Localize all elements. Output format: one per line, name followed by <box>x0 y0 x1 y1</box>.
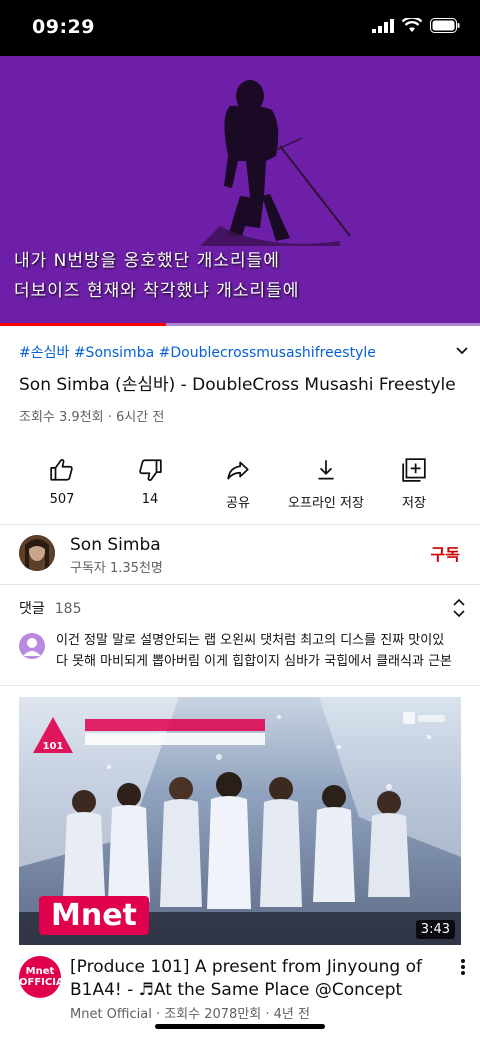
next-video-title[interactable]: [Produce 101] A present from Jinyoung of… <box>70 956 442 1002</box>
user-icon <box>23 638 41 656</box>
commenter-avatar <box>19 633 45 659</box>
progress-fill <box>0 323 166 326</box>
channel-avatar-image <box>19 535 55 571</box>
mnet-watermark-logo <box>403 712 445 724</box>
thumbs-down-icon <box>139 459 162 481</box>
more-options-icon[interactable] <box>460 958 466 976</box>
share-button[interactable]: 공유 <box>193 456 283 511</box>
channel-name[interactable]: Son Simba <box>70 535 161 555</box>
svg-text:101: 101 <box>43 741 64 752</box>
subscriber-count: 구독자 1.35천명 <box>70 561 163 576</box>
thumbnail-caption-banner <box>85 719 265 753</box>
wifi-icon <box>402 18 422 32</box>
like-count: 507 <box>49 492 75 507</box>
mnet-logo: Mnet <box>39 896 149 935</box>
comments-count: 185 <box>54 601 82 617</box>
download-icon <box>318 460 334 480</box>
produce-101-logo: 101 <box>33 717 73 753</box>
video-subtitle-line1: 내가 N번방을 옹호했단 개소리들에 <box>14 251 280 271</box>
battery-icon <box>430 18 460 33</box>
video-title[interactable]: Son Simba (손심바) - DoubleCross Musashi Fr… <box>19 372 459 398</box>
divider <box>0 584 480 585</box>
divider <box>0 685 480 686</box>
channel-row: Son Simba 구독자 1.35천명 구독 <box>0 527 480 583</box>
hashtags[interactable]: #손심바 #Sonsimba #Doublecrossmusashifreest… <box>19 342 459 362</box>
view-count: 조회수 3.9천회 · 6시간 전 <box>19 410 165 425</box>
share-label: 공유 <box>226 496 250 511</box>
like-button[interactable]: 507 <box>17 456 107 507</box>
next-video-meta: Mnet Official · 조회수 2078만회 · 4년 전 <box>70 1007 310 1022</box>
home-indicator[interactable] <box>155 1024 325 1029</box>
share-icon <box>227 461 249 480</box>
video-meta: #손심바 #Sonsimba #Doublecrossmusashifreest… <box>19 342 459 425</box>
video-duration: 3:43 <box>415 920 455 939</box>
dislike-button[interactable]: 14 <box>105 456 195 507</box>
progress-bar[interactable] <box>0 323 480 326</box>
expand-collapse-icon[interactable] <box>452 598 466 618</box>
offline-save-button[interactable]: 오프라인 저장 <box>281 456 371 511</box>
chevron-down-icon[interactable] <box>454 342 470 358</box>
action-row: 507 14 공유 오프라인 저장 저장 <box>0 456 480 516</box>
status-icons <box>372 18 460 33</box>
video-player[interactable]: 내가 N번방을 옹호했단 개소리들에 더보이즈 현재와 착각했냐 개소리들에 <box>0 56 480 326</box>
status-time: 09:29 <box>32 16 95 38</box>
offline-save-label: 오프라인 저장 <box>288 496 364 511</box>
dislike-count: 14 <box>141 492 159 507</box>
subscribe-button[interactable]: 구독 <box>431 541 460 565</box>
comment-preview[interactable]: 이건 정말 말로 설명안되는 랩 오왼씨 댓처럼 최고의 디스를 진짜 맛이있다… <box>56 630 456 672</box>
save-label: 저장 <box>402 496 426 511</box>
divider <box>0 524 480 525</box>
signal-icon <box>372 18 394 33</box>
video-subtitle-line2: 더보이즈 현재와 착각했냐 개소리들에 <box>14 281 300 301</box>
thumbs-up-icon <box>50 459 73 481</box>
save-button[interactable]: 저장 <box>369 456 459 511</box>
add-to-playlist-icon <box>402 458 426 482</box>
comments-header[interactable]: 댓글 185 <box>19 598 82 618</box>
comments-label: 댓글 <box>19 601 45 617</box>
next-video-thumbnail[interactable]: 101 Mnet 3:43 <box>19 697 461 945</box>
silhouette-figure <box>200 80 351 246</box>
channel-avatar[interactable] <box>19 535 55 571</box>
status-bar: 09:29 <box>0 0 480 56</box>
next-channel-avatar[interactable]: Mnet OFFICIAL <box>19 956 70 998</box>
